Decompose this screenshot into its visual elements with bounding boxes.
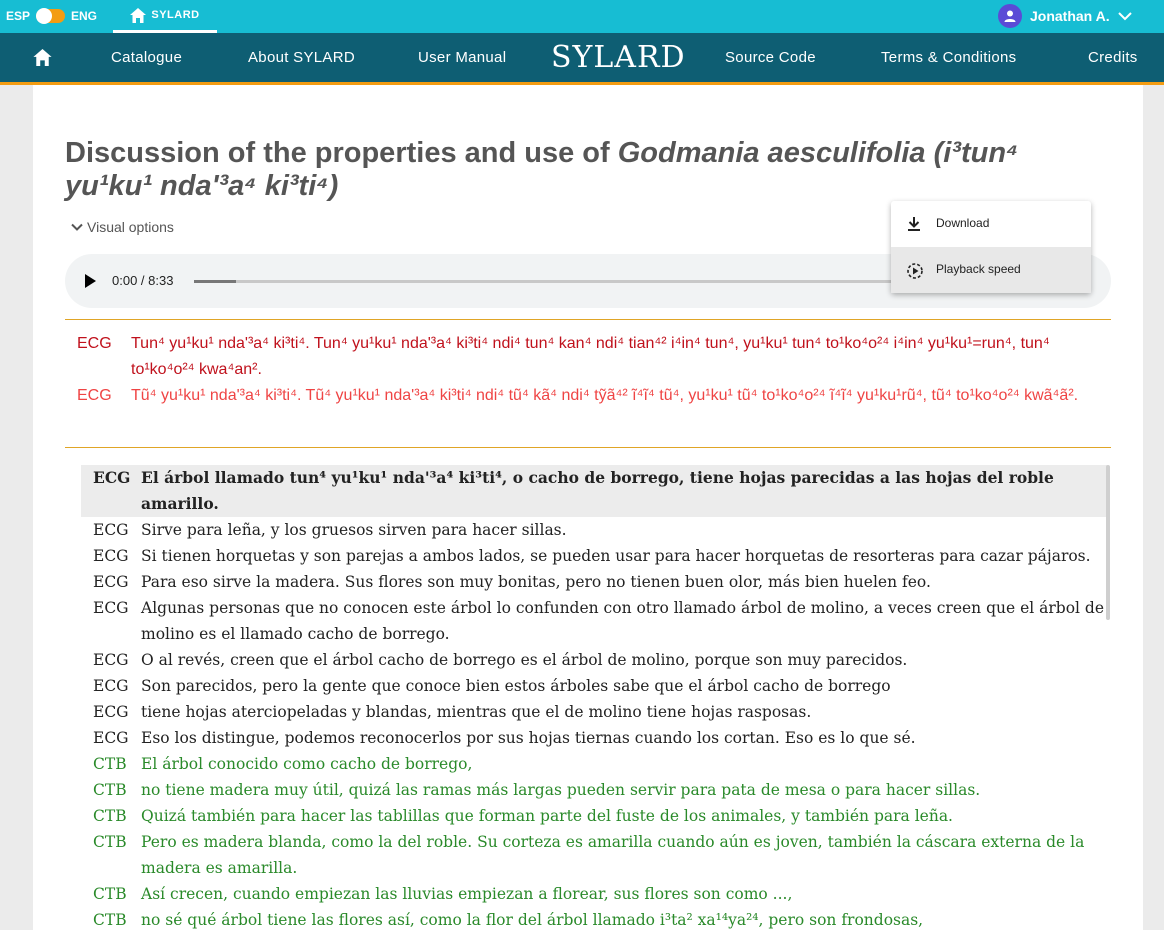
speaker-label: ECG: [93, 599, 129, 617]
speaker-label: ECG: [93, 677, 129, 695]
translation-line[interactable]: ECG O al revés, creen que el árbol cacho …: [81, 647, 1107, 673]
translation-line[interactable]: ECG Si tienen horquetas y son parejas a a…: [81, 543, 1107, 569]
chevron-down-icon: [1117, 12, 1132, 21]
top-bar: ESP ENG SYLARD Jonathan A.: [0, 0, 1164, 33]
speaker-label: ECG: [93, 573, 129, 591]
menu-playback-speed-label: Playback speed: [936, 262, 1021, 276]
speaker-label: CTB: [93, 885, 127, 903]
line-text: Pero es madera blanda, como la del roble…: [141, 833, 1085, 877]
speaker-label: CTB: [93, 833, 127, 851]
translation-line[interactable]: ECG Sirve para leña, y los gruesos sirven…: [81, 517, 1107, 543]
line-text: O al revés, creen que el árbol cacho de …: [141, 651, 908, 669]
translation-line[interactable]: ECG Algunas personas que no conocen este …: [81, 595, 1107, 647]
line-text: Si tienen horquetas y son parejas a ambo…: [141, 547, 1091, 565]
brand-logo[interactable]: SYLARD: [551, 33, 686, 82]
transcription-row: ECG Tun⁴ yu¹ku¹ nda'³a⁴ ki³ti⁴. Tun⁴ yu¹…: [65, 331, 1111, 383]
visual-options-toggle[interactable]: Visual options: [71, 219, 174, 235]
line-text: Quizá también para hacer las tablillas q…: [141, 807, 953, 825]
title-species: Godmania aesculifolia: [617, 137, 926, 169]
translation-line[interactable]: ECG Son parecidos, pero la gente que cono…: [81, 673, 1107, 699]
speaker-label: ECG: [93, 468, 131, 487]
translation-line[interactable]: CTB Quizá también para hacer las tablilla…: [81, 803, 1107, 829]
home-icon: [130, 7, 147, 23]
lang-eng-label: ENG: [71, 9, 98, 23]
speaker-label: ECG: [93, 651, 129, 669]
menu-playback-speed[interactable]: Playback speed: [891, 247, 1091, 293]
chevron-down-icon: [71, 223, 83, 231]
audio-progress-track[interactable]: [194, 280, 894, 283]
translation-line[interactable]: ECG El árbol llamado tun⁴ yu¹ku¹ nda'³a⁴ …: [81, 465, 1107, 517]
download-icon: [908, 217, 920, 231]
line-text: Así crecen, cuando empiezan las lluvias …: [141, 885, 793, 903]
translation-line[interactable]: CTB El árbol conocido como cacho de borre…: [81, 751, 1107, 777]
line-text: Son parecidos, pero la gente que conoce …: [141, 677, 891, 695]
nav-catalogue[interactable]: Catalogue: [111, 33, 182, 82]
translation-line[interactable]: CTB Pero es madera blanda, como la del ro…: [81, 829, 1107, 881]
home-tab-label: SYLARD: [151, 9, 200, 21]
nav-terms[interactable]: Terms & Conditions: [881, 33, 1016, 82]
language-switch[interactable]: ESP ENG: [6, 8, 98, 24]
line-text: El árbol conocido como cacho de borrego,: [141, 755, 473, 773]
menu-download[interactable]: Download: [891, 201, 1091, 247]
main-nav: Catalogue About SYLARD User Manual SYLAR…: [0, 33, 1164, 85]
page-title: Discussion of the properties and use of …: [65, 137, 1075, 203]
transcription-row: ECG Tũ⁴ yu¹ku¹ nda'³a⁴ ki³ti⁴. Tũ⁴ yu¹ku…: [65, 383, 1111, 409]
user-name: Jonathan A.: [1030, 8, 1110, 24]
translation-lines: ECG El árbol llamado tun⁴ yu¹ku¹ nda'³a⁴ …: [81, 465, 1107, 930]
lines-scrollbar[interactable]: [1106, 465, 1110, 620]
player-options-menu: Download Playback speed: [891, 201, 1091, 293]
home-tab[interactable]: SYLARD: [113, 0, 217, 33]
line-text: Algunas personas que no conocen este árb…: [141, 599, 1105, 643]
nav-about[interactable]: About SYLARD: [248, 33, 355, 82]
transcription-block: ECG Tun⁴ yu¹ku¹ nda'³a⁴ ki³ti⁴. Tun⁴ yu¹…: [65, 331, 1111, 409]
transcription-text: Tun⁴ yu¹ku¹ nda'³a⁴ ki³ti⁴. Tun⁴ yu¹ku¹ …: [131, 335, 1050, 378]
lang-esp-label: ESP: [6, 9, 31, 23]
speaker-label: CTB: [93, 807, 127, 825]
line-text: Eso los distingue, podemos reconocerlos …: [141, 729, 916, 747]
line-text: El árbol llamado tun⁴ yu¹ku¹ nda'³a⁴ ki³…: [141, 468, 1054, 513]
speaker-label: ECG: [93, 729, 129, 747]
nav-user-manual[interactable]: User Manual: [418, 33, 506, 82]
line-text: Sirve para leña, y los gruesos sirven pa…: [141, 521, 567, 539]
speaker-label: CTB: [93, 911, 127, 929]
translation-line[interactable]: ECG tiene hojas aterciopeladas y blandas,…: [81, 699, 1107, 725]
divider: [65, 447, 1111, 448]
line-text: no sé qué árbol tiene las flores así, co…: [141, 911, 924, 929]
audio-time: 0:00 / 8:33: [112, 273, 174, 288]
audio-progress-fill: [194, 280, 236, 283]
line-text: tiene hojas aterciopeladas y blandas, mi…: [141, 703, 812, 721]
speaker-label: ECG: [93, 703, 129, 721]
speaker-label: ECG: [93, 547, 129, 565]
translation-line[interactable]: ECG Eso los distingue, podemos reconocerl…: [81, 725, 1107, 751]
speaker-label: ECG: [93, 521, 129, 539]
speaker-label: CTB: [93, 755, 127, 773]
line-text: no tiene madera muy útil, quizá las rama…: [141, 781, 981, 799]
avatar: [998, 4, 1022, 28]
speaker-label: ECG: [77, 387, 112, 404]
play-icon[interactable]: [85, 274, 96, 288]
translation-line[interactable]: CTB Así crecen, cuando empiezan las lluvi…: [81, 881, 1107, 907]
title-prefix: Discussion of the properties and use of: [65, 137, 618, 169]
home-icon: [33, 49, 52, 66]
language-toggle[interactable]: [36, 8, 66, 24]
menu-download-label: Download: [936, 216, 990, 230]
speaker-label: CTB: [93, 781, 127, 799]
speaker-label: ECG: [77, 335, 112, 352]
line-text: Para eso sirve la madera. Sus flores son…: [141, 573, 931, 591]
translation-line[interactable]: ECG Para eso sirve la madera. Sus flores …: [81, 569, 1107, 595]
user-menu[interactable]: Jonathan A.: [998, 4, 1132, 28]
content-card: Discussion of the properties and use of …: [33, 85, 1143, 930]
user-icon: [1004, 10, 1016, 22]
visual-options-label: Visual options: [87, 219, 174, 235]
nav-home[interactable]: [33, 33, 52, 82]
playback-speed-icon: [907, 263, 923, 279]
transcription-text: Tũ⁴ yu¹ku¹ nda'³a⁴ ki³ti⁴. Tũ⁴ yu¹ku¹ nd…: [131, 387, 1079, 404]
divider: [65, 319, 1111, 320]
translation-line[interactable]: CTB no tiene madera muy útil, quizá las r…: [81, 777, 1107, 803]
translation-line[interactable]: CTB no sé qué árbol tiene las flores así,…: [81, 907, 1107, 930]
nav-source-code[interactable]: Source Code: [725, 33, 816, 82]
nav-credits[interactable]: Credits: [1088, 33, 1138, 82]
